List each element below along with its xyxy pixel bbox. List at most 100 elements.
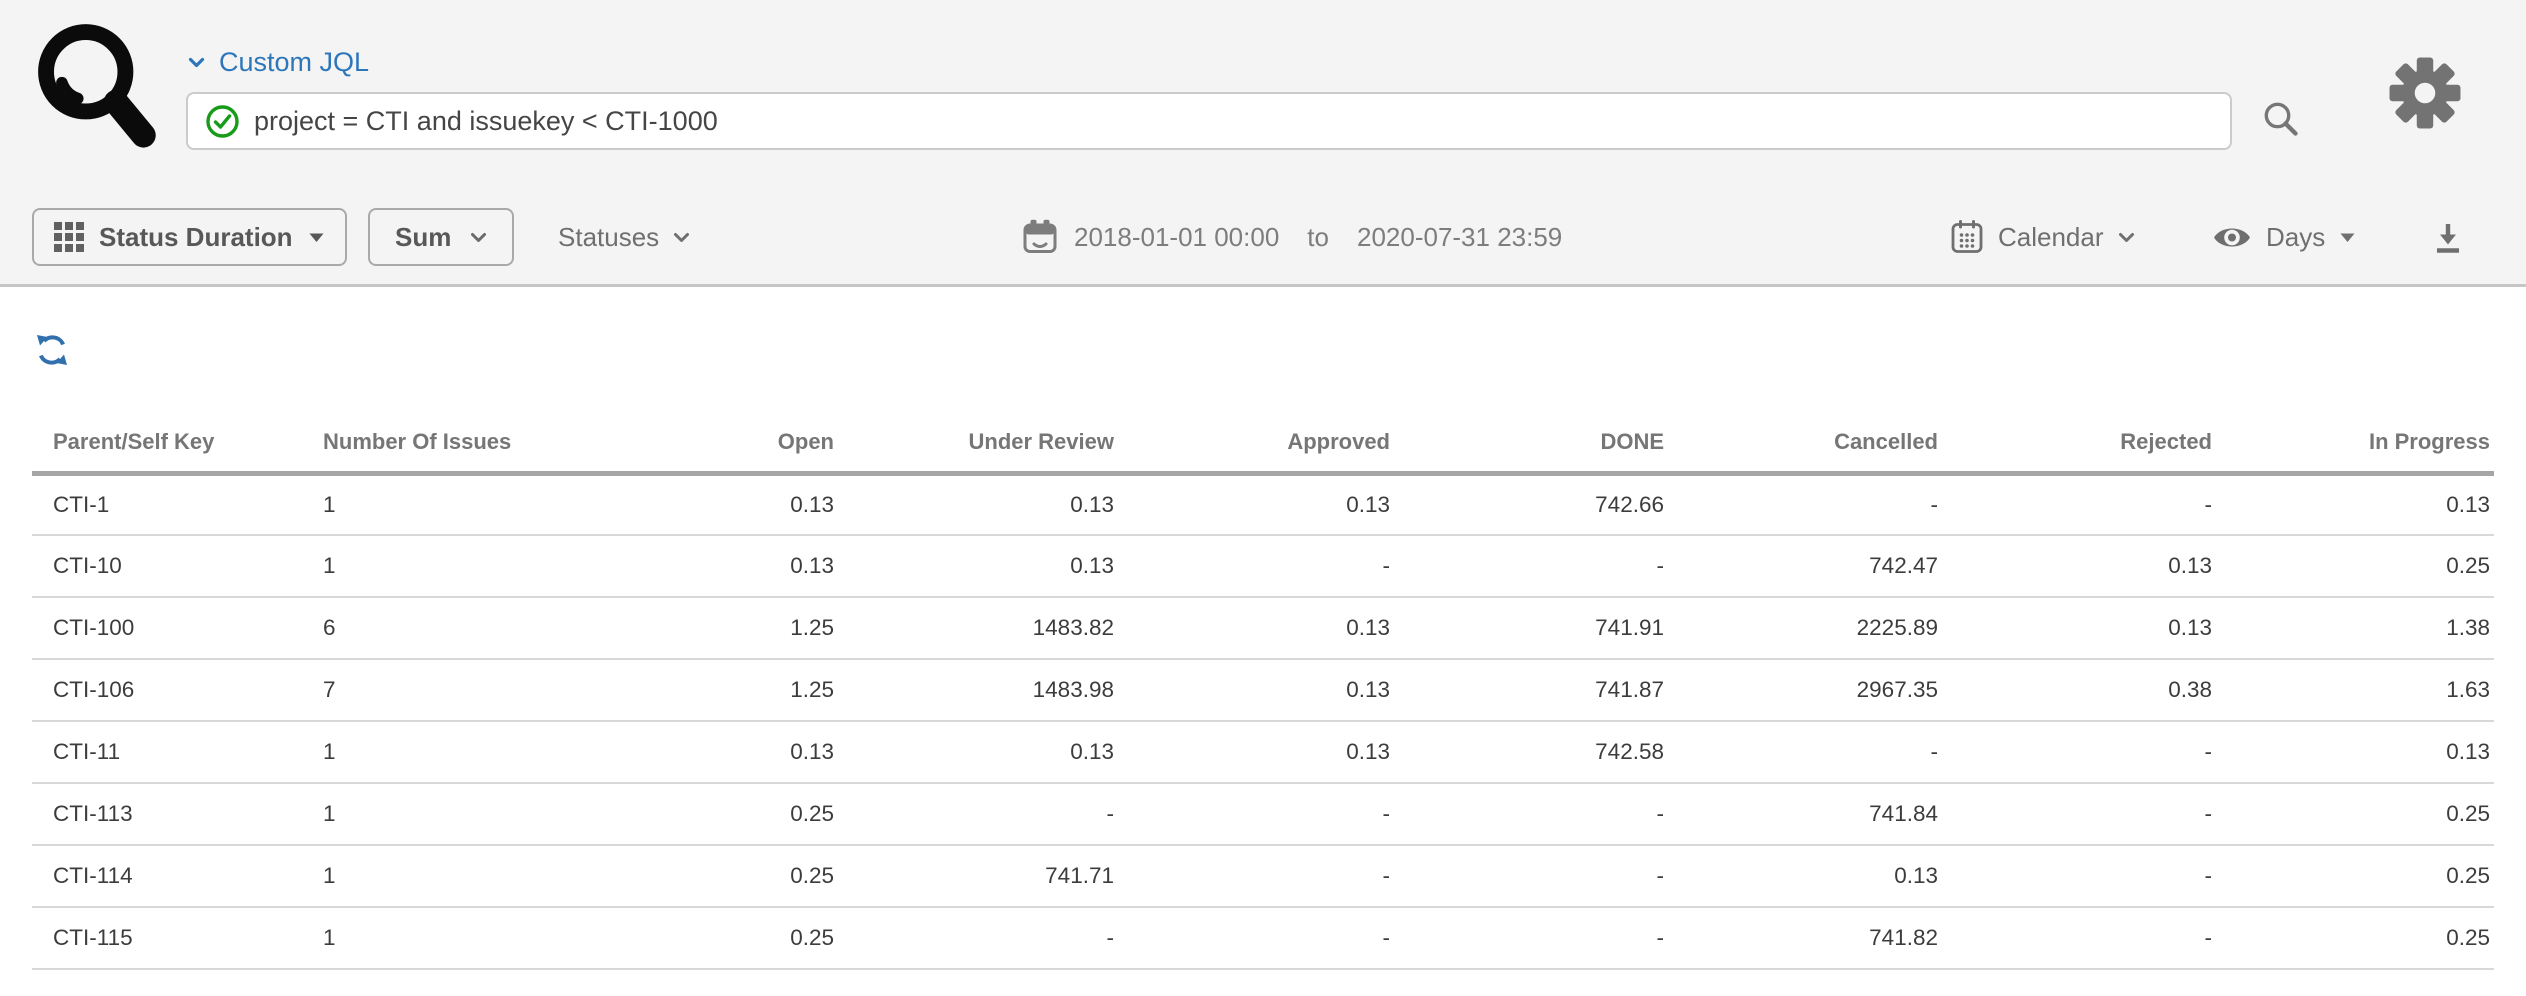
custom-jql-toggle[interactable]: Custom JQL — [188, 44, 369, 80]
report-type-button[interactable]: Status Duration — [32, 208, 347, 266]
search-button[interactable] — [2258, 96, 2304, 142]
cell-value: 0.13 — [1115, 597, 1391, 659]
cell-value: - — [1939, 721, 2213, 783]
refresh-icon — [34, 333, 70, 367]
cell-value: 0.25 — [557, 783, 835, 845]
cell-value: - — [1391, 907, 1665, 969]
cell-value: 0.13 — [1665, 845, 1939, 907]
table-row: CTI-115 1 0.25 - - - 741.82 - 0.25 — [32, 907, 2494, 969]
aggregation-label: Sum — [395, 222, 451, 253]
grid-icon — [54, 222, 84, 252]
cell-value: 6 — [322, 597, 557, 659]
calendar-mode-label: Calendar — [1998, 222, 2104, 253]
table-row: CTI-11 1 0.13 0.13 0.13 742.58 - - 0.13 — [32, 721, 2494, 783]
cell-issue-key: CTI-100 — [32, 597, 322, 659]
cell-value: 741.87 — [1391, 659, 1665, 721]
cell-issue-key: CTI-10 — [32, 535, 322, 597]
cell-value: - — [835, 783, 1115, 845]
cell-value: 741.84 — [1665, 783, 1939, 845]
date-from: 2018-01-01 00:00 — [1074, 222, 1279, 253]
column-header-approved: Approved — [1115, 413, 1391, 473]
calendar-grid-icon — [1950, 220, 1984, 254]
cell-issue-key: CTI-115 — [32, 907, 322, 969]
status-duration-table: Parent/Self Key Number Of Issues Open Un… — [32, 413, 2494, 970]
cell-value: - — [1391, 783, 1665, 845]
caret-down-icon — [2339, 232, 2356, 243]
table-row: CTI-114 1 0.25 741.71 - - 0.13 - 0.25 — [32, 845, 2494, 907]
cell-value: - — [1665, 473, 1939, 535]
chevron-down-icon — [188, 57, 205, 68]
table-row: CTI-100 6 1.25 1483.82 0.13 741.91 2225.… — [32, 597, 2494, 659]
cell-value: 0.13 — [835, 535, 1115, 597]
table-row: CTI-113 1 0.25 - - - 741.84 - 0.25 — [32, 783, 2494, 845]
cell-value: 0.25 — [557, 845, 835, 907]
cell-issue-key: CTI-106 — [32, 659, 322, 721]
search-icon — [2259, 97, 2303, 141]
refresh-button[interactable] — [32, 330, 72, 370]
cell-value: 2967.35 — [1665, 659, 1939, 721]
cell-value: 0.13 — [2213, 473, 2494, 535]
download-icon — [2428, 218, 2468, 258]
cell-value: 741.71 — [835, 845, 1115, 907]
jql-input[interactable] — [254, 106, 2214, 137]
column-header-open: Open — [557, 413, 835, 473]
gear-icon — [2389, 57, 2461, 129]
cell-value: 0.38 — [1939, 659, 2213, 721]
app-logo-icon — [28, 18, 168, 166]
cell-value: 1.63 — [2213, 659, 2494, 721]
cell-value: 1.25 — [557, 597, 835, 659]
cell-value: 0.25 — [2213, 535, 2494, 597]
cell-value: 1483.98 — [835, 659, 1115, 721]
cell-value: - — [1115, 845, 1391, 907]
table-row: CTI-10 1 0.13 0.13 - - 742.47 0.13 0.25 — [32, 535, 2494, 597]
cell-value: 1 — [322, 907, 557, 969]
column-header-under-review: Under Review — [835, 413, 1115, 473]
aggregation-button[interactable]: Sum — [368, 208, 514, 266]
date-to: 2020-07-31 23:59 — [1357, 222, 1562, 253]
download-button[interactable] — [2424, 212, 2472, 264]
settings-button[interactable] — [2388, 56, 2462, 130]
calendar-mode-dropdown[interactable]: Calendar — [1950, 208, 2135, 266]
cell-value: - — [1115, 535, 1391, 597]
cell-value: - — [1939, 907, 2213, 969]
cell-value: 1.38 — [2213, 597, 2494, 659]
cell-value: 0.25 — [2213, 845, 2494, 907]
header-band: Custom JQL — [0, 0, 2526, 287]
cell-value: - — [835, 907, 1115, 969]
cell-value: 0.13 — [557, 535, 835, 597]
calendar-icon — [1022, 219, 1058, 255]
column-header-in-progress: In Progress — [2213, 413, 2494, 473]
table-row: CTI-106 7 1.25 1483.98 0.13 741.87 2967.… — [32, 659, 2494, 721]
cell-value: 0.13 — [835, 473, 1115, 535]
column-header-number-of-issues: Number Of Issues — [322, 413, 557, 473]
column-header-rejected: Rejected — [1939, 413, 2213, 473]
statuses-dropdown[interactable]: Statuses — [558, 208, 690, 266]
chevron-down-icon — [470, 232, 487, 243]
cell-value: 0.13 — [1939, 597, 2213, 659]
unit-dropdown[interactable]: Days — [2212, 208, 2356, 266]
table-header-row: Parent/Self Key Number Of Issues Open Un… — [32, 413, 2494, 473]
eye-icon — [2212, 223, 2252, 252]
cell-value: 0.13 — [1939, 535, 2213, 597]
cell-value: - — [1115, 907, 1391, 969]
cell-issue-key: CTI-114 — [32, 845, 322, 907]
cell-value: 0.13 — [1115, 473, 1391, 535]
cell-value: 1 — [322, 783, 557, 845]
cell-value: 742.66 — [1391, 473, 1665, 535]
cell-value: - — [1939, 473, 2213, 535]
cell-value: 1 — [322, 473, 557, 535]
cell-value: 741.82 — [1665, 907, 1939, 969]
statuses-label: Statuses — [558, 222, 659, 253]
cell-value: 0.25 — [557, 907, 835, 969]
cell-value: 742.58 — [1391, 721, 1665, 783]
column-header-cancelled: Cancelled — [1665, 413, 1939, 473]
cell-value: 1 — [322, 535, 557, 597]
cell-value: - — [1391, 535, 1665, 597]
column-header-done: DONE — [1391, 413, 1665, 473]
cell-value: 0.13 — [557, 721, 835, 783]
cell-value: 742.47 — [1665, 535, 1939, 597]
unit-label: Days — [2266, 222, 2325, 253]
jql-input-wrapper — [186, 92, 2232, 150]
date-range-picker[interactable]: 2018-01-01 00:00 to 2020-07-31 23:59 — [1022, 208, 1562, 266]
cell-value: 1 — [322, 721, 557, 783]
